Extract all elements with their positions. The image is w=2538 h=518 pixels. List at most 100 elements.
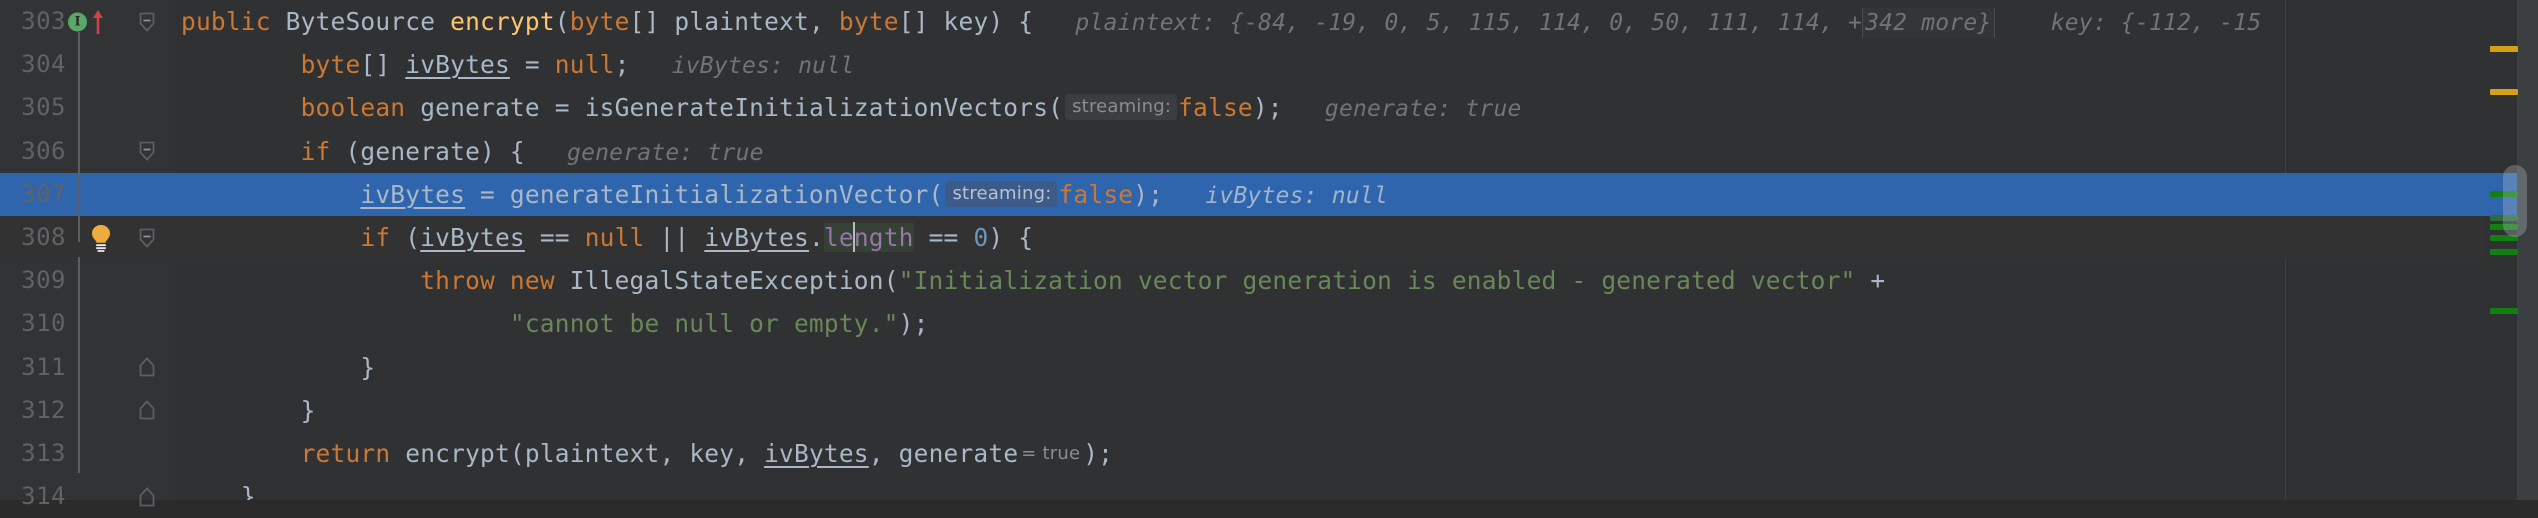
code-token-kw: return [300,438,391,468]
inline-value-hint[interactable]: generate: true [525,140,764,166]
code-line[interactable]: } [175,346,2485,389]
code-line[interactable]: throw new IllegalStateException("Initial… [175,259,2485,302]
code-line[interactable]: "cannot be null or empty."); [175,302,2485,345]
code-line[interactable]: } [175,475,2485,500]
editor-code-area[interactable]: public ByteSource encrypt(byte[] plainte… [175,0,2485,500]
gutter-row[interactable]: 307 [0,172,175,216]
editor-marker-bar[interactable] [2485,0,2538,500]
code-token-plain: key [689,438,735,468]
gutter-icon-strip[interactable] [68,130,175,173]
gutter-icon-strip[interactable] [68,173,175,216]
gutter-row[interactable]: 303 I [0,0,175,43]
code-token-punc: ( [554,7,570,36]
local-variable-identifier[interactable]: ivBytes [704,223,809,252]
inline-value-hint[interactable]: ivBytes: null [1163,183,1388,209]
fold-collapse-icon[interactable] [134,223,160,253]
gutter-row[interactable]: 306 [0,130,175,173]
fold-expand-icon[interactable] [134,352,160,382]
code-token-punc: [] [898,7,944,36]
gutter-icon-strip[interactable] [68,302,175,345]
code-token-kw: null [554,50,615,80]
gutter-icon-strip[interactable]: I [68,0,175,43]
gutter-row[interactable]: 304 [0,43,175,86]
gutter-row[interactable]: 312 [0,389,175,432]
inline-hint-more-chip[interactable]: 342 more} [1862,8,1995,38]
gutter-row[interactable]: 305 [0,86,175,129]
inline-value-hint[interactable]: plaintext: {-84, -19, 0, 5, 115, 114, 0,… [1033,10,1862,36]
identifier-text-before-caret: le [823,222,854,252]
code-token-kw: false [1058,179,1134,209]
fold-collapse-icon[interactable] [134,7,160,37]
gutter-row[interactable]: 310 [0,302,175,345]
warning-marker[interactable] [2490,46,2518,52]
code-editor[interactable]: 303 I 304 305 306 307 308 309 310 311 312 313 314 pu… [0,0,2538,510]
inline-value-hint[interactable]: ivBytes: null [630,53,855,79]
line-number: 311 [21,352,66,381]
line-number: 307 [21,179,66,208]
gutter-icon-strip[interactable] [68,432,175,475]
code-token-punc: . [808,222,824,252]
gutter-row[interactable]: 314 [0,475,175,518]
fold-expand-icon[interactable] [134,482,160,512]
code-line[interactable]: if (generate) { generate: true [175,130,2485,173]
inline-value-hint[interactable]: generate: true [1283,96,1522,122]
code-token-cls: IllegalStateException [569,266,884,296]
code-token-punc: ( [390,222,421,252]
override-up-arrow-icon[interactable] [90,7,106,37]
gutter-icon-strip[interactable] [68,346,175,389]
code-token-punc: [] [360,50,406,80]
code-line[interactable]: byte[] ivBytes = null; ivBytes: null [175,43,2485,86]
editor-gutter[interactable]: 303 I 304 305 306 307 308 309 310 311 312 313 314 [0,0,175,510]
caret-identifier[interactable]: length [823,221,914,252]
local-variable-identifier[interactable]: ivBytes [360,180,465,209]
code-line[interactable]: ivBytes = generateInitializationVector(s… [175,172,2485,216]
code-token-punc: ) { [480,136,525,166]
local-variable-identifier[interactable]: ivBytes [405,50,510,79]
gutter-icon-strip[interactable] [68,216,175,259]
code-token-str: "cannot be null or empty." [509,309,899,339]
gutter-icon-strip[interactable] [68,389,175,432]
vcs-changed-marker[interactable] [2490,308,2518,314]
code-token-kw: if [360,222,391,252]
gutter-icon-strip[interactable] [68,259,175,302]
code-line[interactable]: } [175,389,2485,432]
fold-collapse-icon[interactable] [134,136,160,166]
gutter-row[interactable]: 309 [0,259,175,302]
code-line[interactable]: boolean generate = isGenerateInitializat… [175,86,2485,129]
gutter-icon-strip[interactable] [68,86,175,129]
gutter-row[interactable]: 308 [0,215,175,260]
code-token-punc: , [868,438,899,468]
code-line[interactable]: return encrypt(plaintext, key, ivBytes, … [175,432,2485,475]
fold-expand-icon[interactable] [134,395,160,425]
code-line[interactable]: public ByteSource encrypt(byte[] plainte… [175,0,2485,43]
code-token-plain: key [943,7,989,36]
parameter-name-hint[interactable]: streaming: [945,180,1058,207]
local-variable-identifier[interactable]: ivBytes [764,439,869,468]
parameter-name-hint[interactable]: streaming: [1065,94,1178,121]
code-token-punc: = [554,93,585,123]
implementation-marker-icon[interactable]: I [68,12,87,32]
inline-value-hint[interactable]: key: {-112, -15 [1995,10,2262,36]
code-token-punc: ); [1252,93,1283,123]
intention-bulb-icon[interactable] [88,223,114,253]
code-token-punc: ); [1133,179,1164,209]
code-line[interactable]: if (ivBytes == null || ivBytes.length ==… [175,215,2485,260]
gutter-icon-strip[interactable] [68,43,175,86]
local-variable-identifier[interactable]: ivBytes [420,223,525,252]
gutter-row[interactable]: 311 [0,346,175,389]
code-token-punc: + [1855,266,1886,296]
default-value-hint[interactable]: = true [1018,432,1083,475]
vertical-scrollbar-thumb[interactable] [2503,165,2527,237]
warning-marker[interactable] [2490,89,2518,95]
vcs-changed-marker[interactable] [2490,249,2518,255]
gutter-row[interactable]: 313 [0,432,175,475]
gutter-icon-strip[interactable] [68,475,175,518]
